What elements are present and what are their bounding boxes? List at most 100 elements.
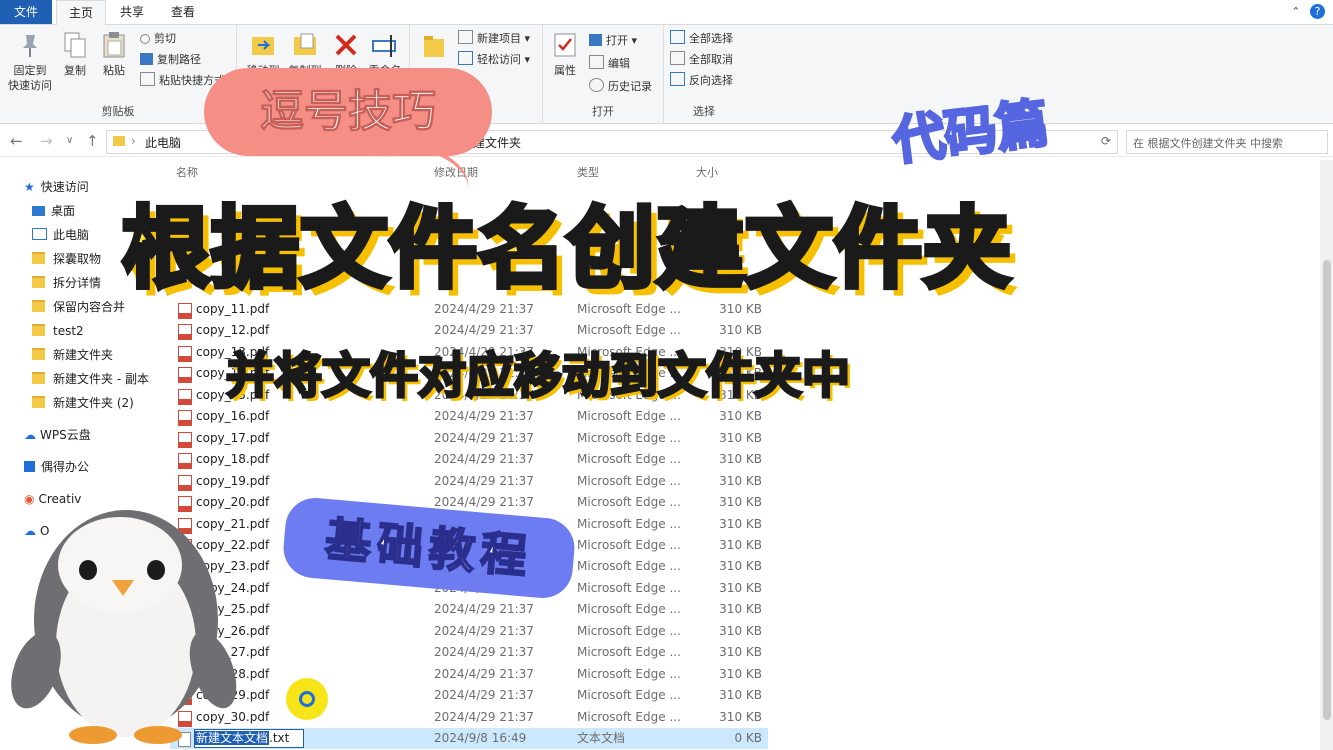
sidebar-item-folder[interactable]: 新建文件夹 (32, 344, 113, 366)
sidebar-item-folder[interactable]: 拆分详情 (32, 272, 101, 294)
search-box[interactable]: 在 根据文件创建文件夹 中搜索 (1126, 130, 1328, 154)
file-size: 310 KB (719, 473, 762, 488)
sidebar-item-quick-access[interactable]: ★ 快速访问 (24, 176, 89, 198)
tab-share[interactable]: 共享 (110, 0, 154, 24)
copy-button[interactable]: 复制 (58, 31, 92, 78)
tab-home[interactable]: 主页 (56, 0, 106, 25)
table-row[interactable]: copy_20.pdf 2024/4/29 21:37 Microsoft Edge… (170, 492, 768, 513)
collapse-ribbon-icon[interactable]: ⌃ (1291, 5, 1300, 18)
table-row[interactable]: copy_17.pdf 2024/4/29 21:37 Microsoft Edge… (170, 428, 768, 449)
properties-icon (552, 31, 578, 59)
table-row[interactable]: copy_25.pdf 2024/4/29 21:37 Microsoft Edge… (170, 599, 768, 620)
file-type: Microsoft Edge ... (577, 537, 681, 552)
copy-path-button[interactable]: 复制路径 (140, 51, 201, 69)
file-type: Microsoft Edge ... (577, 580, 681, 595)
new-item-button[interactable]: 新建项目 ▾ (458, 30, 530, 48)
table-row[interactable]: copy_19.pdf 2024/4/29 21:37 Microsoft Edge… (170, 471, 768, 492)
table-row-new-file[interactable]: 新建文本文档.txt 2024/9/8 16:49 文本文档 0 KB (170, 728, 768, 749)
table-row[interactable]: copy_30.pdf 2024/4/29 21:37 Microsoft Edge… (170, 707, 768, 728)
history-button[interactable]: 历史记录 (589, 78, 652, 96)
invert-selection-button[interactable]: 反向选择 (670, 72, 733, 90)
file-size: 310 KB (719, 580, 762, 595)
easy-access-button[interactable]: 轻松访问 ▾ (458, 51, 530, 69)
table-row[interactable]: copy_16.pdf 2024/4/29 21:37 Microsoft Edge… (170, 406, 768, 427)
file-size: 310 KB (719, 559, 762, 574)
forward-arrow-icon[interactable]: → (40, 132, 53, 150)
edit-button[interactable]: 编辑 (589, 55, 630, 73)
file-size: 310 KB (719, 516, 762, 531)
tab-file[interactable]: 文件 (0, 0, 52, 24)
sidebar-item-this-pc[interactable]: 此电脑 (32, 224, 89, 246)
file-name: copy_16.pdf (196, 409, 270, 424)
select-all-button[interactable]: 全部选择 (670, 30, 733, 48)
file-size: 310 KB (719, 430, 762, 445)
table-row[interactable]: copy_18.pdf 2024/4/29 21:37 Microsoft Edge… (170, 449, 768, 470)
sidebar-item-wps-cloud[interactable]: ☁ WPS云盘 (24, 424, 91, 446)
file-size: 310 KB (719, 602, 762, 617)
help-icon[interactable]: ? (1310, 4, 1325, 19)
file-name: copy_18.pdf (196, 452, 270, 467)
sidebar-item-folder[interactable]: 保留内容合并 (32, 296, 125, 318)
search-placeholder: 在 根据文件创建文件夹 中搜索 (1133, 137, 1283, 150)
delete-icon (333, 31, 359, 59)
file-date: 2024/4/29 21:37 (434, 430, 534, 445)
history-icon (589, 78, 604, 92)
file-type: Microsoft Edge ... (577, 473, 681, 488)
back-arrow-icon[interactable]: ← (10, 132, 23, 150)
pin-quick-access-button[interactable]: 固定到 快速访问 (4, 31, 56, 93)
file-date: 2024/4/29 21:37 (434, 688, 534, 703)
refresh-icon[interactable]: ⟳ (1101, 134, 1111, 148)
pdf-file-icon (178, 324, 192, 341)
paste-shortcut-icon (140, 72, 155, 86)
folder-icon (32, 252, 45, 264)
clipboard-group-label: 剪贴板 (101, 105, 135, 118)
select-group: 全部选择 全部取消 反向选择 选择 (664, 25, 744, 123)
open-icon (589, 34, 602, 46)
table-row[interactable]: copy_26.pdf 2024/4/29 21:37 Microsoft Edge… (170, 621, 768, 642)
cut-button[interactable]: 剪切 (140, 30, 176, 48)
vertical-scrollbar[interactable] (1320, 160, 1333, 750)
file-size: 310 KB (719, 537, 762, 552)
file-size: 310 KB (719, 495, 762, 510)
sidebar-item-desktop[interactable]: 桌面 (32, 200, 75, 222)
table-row[interactable]: copy_27.pdf 2024/4/29 21:37 Microsoft Edge… (170, 642, 768, 663)
scrollbar-thumb[interactable] (1323, 260, 1331, 720)
file-type: Microsoft Edge ... (577, 666, 681, 681)
up-arrow-icon[interactable]: ↑ (86, 132, 99, 150)
table-row[interactable]: copy_29.pdf2024/4/29 21:37Microsoft Edge… (170, 685, 768, 706)
file-date: 2024/4/29 21:37 (434, 452, 534, 467)
properties-button[interactable]: 属性 (549, 31, 581, 78)
recent-chevron-icon[interactable]: ∨ (66, 135, 73, 146)
paste-button[interactable]: 粘贴 (96, 31, 132, 78)
pdf-file-icon (178, 345, 192, 362)
copy-to-icon (292, 31, 318, 59)
invert-selection-icon (670, 72, 685, 86)
file-type: Microsoft Edge ... (577, 559, 681, 574)
file-type: Microsoft Edge ... (577, 709, 681, 724)
pdf-file-icon (178, 453, 192, 470)
sidebar-item-folder[interactable]: 新建文件夹 (2) (32, 392, 134, 414)
clipboard-group: 固定到 快速访问 复制 粘贴 剪切 复制路径 粘贴快捷方式 剪贴板 (0, 25, 237, 123)
file-date: 2024/4/29 21:37 (434, 409, 534, 424)
penguin-mascot-icon (11, 510, 237, 744)
video-title: 根据文件名创建文件夹 (119, 195, 1013, 303)
file-date: 2024/4/29 21:37 (434, 709, 534, 724)
sidebar-item-folder[interactable]: 探囊取物 (32, 248, 101, 270)
folder-icon (32, 276, 45, 288)
sidebar-item-folder[interactable]: test2 (32, 320, 84, 342)
breadcrumb-start[interactable]: 此电脑 (145, 134, 181, 151)
file-size: 310 KB (719, 623, 762, 638)
new-folder-button[interactable] (418, 31, 450, 63)
file-type: Microsoft Edge ... (577, 645, 681, 660)
open-button[interactable]: 打开 ▾ (589, 32, 637, 50)
folder-icon (32, 372, 45, 384)
sidebar-item-folder[interactable]: 新建文件夹 - 副本 (32, 368, 149, 390)
table-row[interactable]: copy_28.pdf2024/4/29 21:37Microsoft Edge… (170, 664, 768, 685)
breadcrumb-separator-icon: › (131, 134, 136, 148)
tab-view[interactable]: 查看 (160, 0, 206, 24)
select-none-button[interactable]: 全部取消 (670, 51, 733, 69)
file-size: 310 KB (719, 688, 762, 703)
tip-badge: 逗号技巧 (204, 68, 492, 156)
file-type: Microsoft Edge ... (577, 516, 681, 531)
mouse-cursor-highlight-icon (286, 678, 328, 720)
